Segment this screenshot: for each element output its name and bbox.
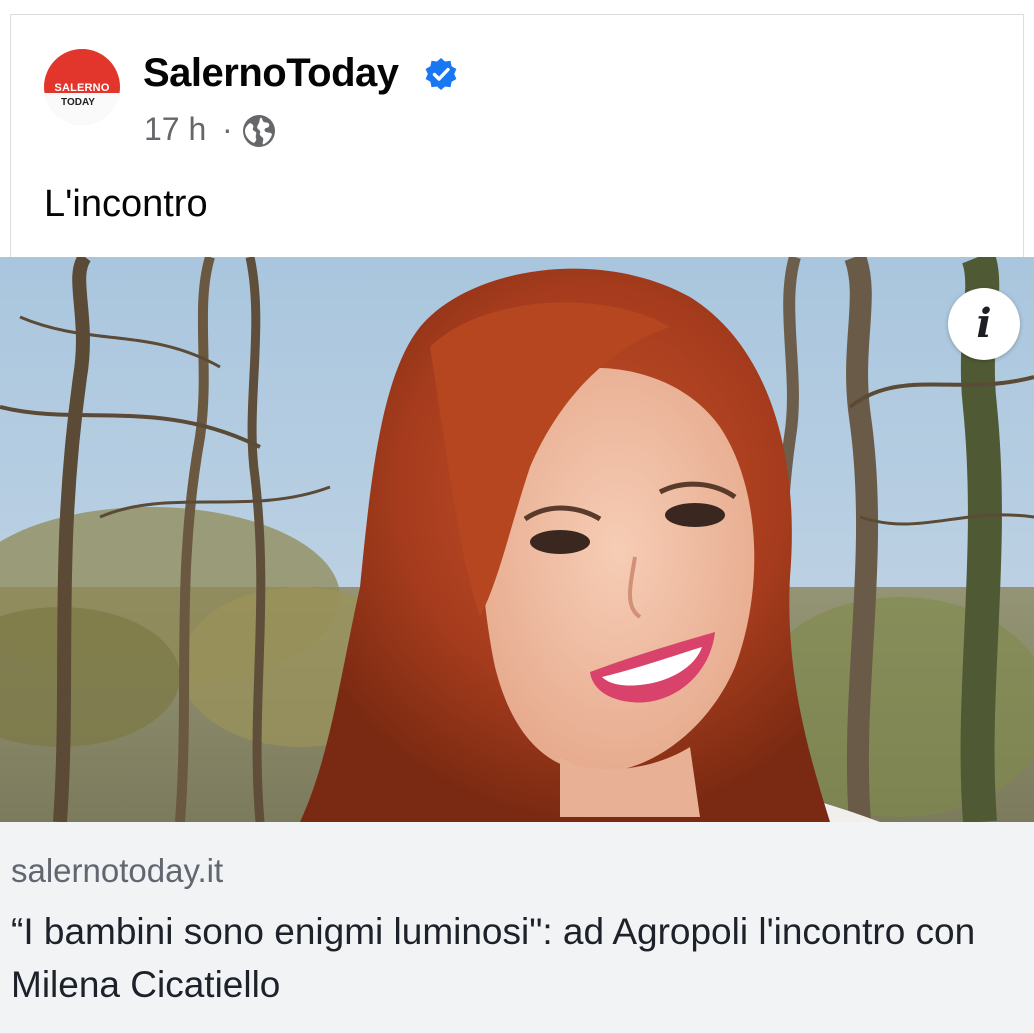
avatar-logo-text-salerno: SALERNO xyxy=(54,82,110,94)
post-timestamp[interactable]: 17 h xyxy=(144,111,206,148)
link-preview[interactable]: salernotoday.it “I bambini sono enigmi l… xyxy=(0,822,1034,1034)
verified-badge-icon xyxy=(425,58,457,90)
info-button[interactable]: i xyxy=(948,288,1020,360)
link-title[interactable]: “I bambini sono enigmi luminosi": ad Agr… xyxy=(11,905,1021,1011)
post-header-card: SALERNO TODAY SalernoToday 17 h · L'inco… xyxy=(10,14,1024,257)
meta-separator: · xyxy=(222,111,233,147)
globe-icon[interactable] xyxy=(242,114,276,148)
article-photo[interactable] xyxy=(0,257,1034,822)
post-caption: L'incontro xyxy=(44,183,208,225)
page-name-link[interactable]: SalernoToday xyxy=(143,51,399,96)
page-avatar[interactable]: SALERNO TODAY xyxy=(44,49,120,125)
link-domain: salernotoday.it xyxy=(11,852,224,889)
avatar-logo-text-today: TODAY xyxy=(61,97,95,108)
info-icon: i xyxy=(976,300,992,347)
facebook-post: SALERNO TODAY SalernoToday 17 h · L'inco… xyxy=(0,0,1034,1034)
photo-portrait-woman-trees xyxy=(0,257,1034,822)
